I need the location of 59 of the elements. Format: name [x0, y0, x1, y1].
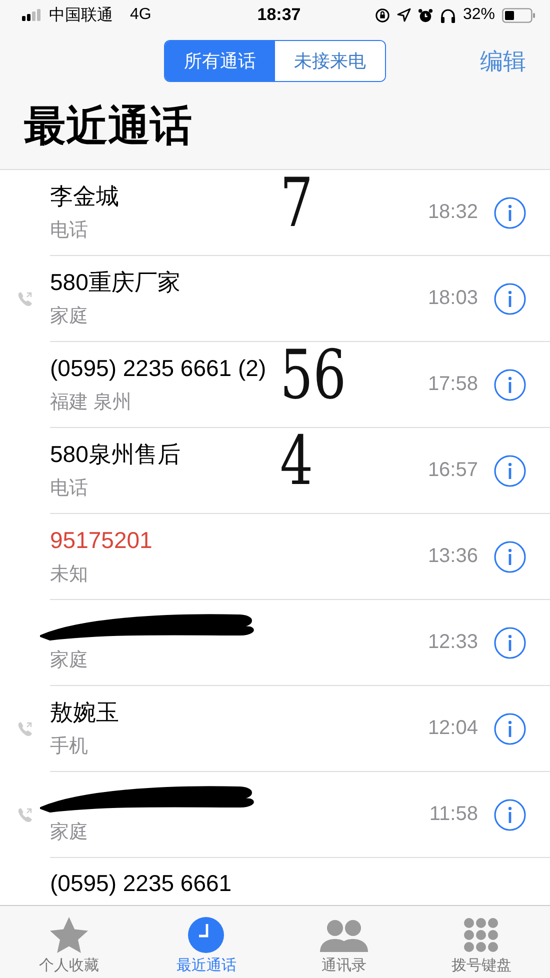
call-time: 13:36: [428, 545, 478, 568]
outgoing-call-icon: [16, 290, 34, 308]
caller-name: (0595) 2235 6661 (2): [50, 355, 266, 382]
info-icon[interactable]: [494, 712, 526, 744]
clock-icon: [187, 916, 226, 954]
call-row[interactable]: 家庭 11:58: [0, 772, 550, 858]
call-type: 电话: [50, 476, 89, 500]
caller-name: 李金城: [50, 182, 119, 211]
caller-name: 95175201: [50, 527, 152, 554]
tab-bar-item[interactable]: 通讯录: [288, 916, 399, 975]
call-type: 未知: [50, 562, 89, 586]
star-icon: [48, 916, 89, 954]
call-time: 11:58: [429, 803, 478, 826]
call-row[interactable]: 敖婉玉 手机 12:04: [0, 686, 550, 772]
alarm-clock-icon: [418, 8, 433, 22]
call-type: 手机: [50, 734, 89, 758]
call-time: 18:32: [428, 201, 478, 224]
call-time: 18:03: [428, 287, 478, 310]
edit-button[interactable]: 编辑: [480, 46, 526, 77]
headphones-icon: [440, 8, 456, 22]
filter-tab[interactable]: 所有通话: [165, 41, 275, 81]
caller-name: (0595) 2235 6661: [50, 870, 232, 897]
call-time: 12:33: [428, 631, 478, 654]
call-type: 家庭: [50, 648, 89, 672]
outgoing-call-icon: [16, 806, 34, 824]
info-icon[interactable]: [494, 626, 526, 658]
signal-icon: [22, 9, 42, 21]
filter-tab[interactable]: 未接来电: [275, 41, 385, 81]
tab-bar-item[interactable]: 最近通话: [151, 916, 262, 975]
battery-percent: 32%: [462, 6, 495, 24]
carrier-name: 中国联通: [49, 6, 113, 26]
call-type: 家庭: [50, 304, 89, 328]
tab-bar-item[interactable]: 拨号键盘: [426, 916, 536, 975]
call-type: 电话: [50, 218, 89, 242]
tab-bar-item[interactable]: 个人收藏: [14, 916, 124, 975]
clock-time: 18:37: [257, 5, 301, 25]
info-icon[interactable]: [494, 196, 526, 228]
rotation-lock-icon: [374, 8, 390, 22]
page-title: 最近通话: [0, 92, 550, 170]
call-type: 福建 泉州: [50, 390, 132, 414]
call-time: 12:04: [428, 717, 478, 740]
outgoing-call-icon: [16, 720, 34, 738]
network-type: 4G: [130, 6, 152, 24]
call-row[interactable]: 95175201 未知 13:36: [0, 514, 550, 600]
caller-name: 580泉州售后: [50, 440, 180, 469]
info-icon[interactable]: [494, 798, 526, 830]
battery-icon: [502, 8, 536, 22]
keypad-icon: [462, 916, 500, 954]
call-type: 家庭: [50, 820, 89, 844]
info-icon[interactable]: [494, 540, 526, 572]
info-icon[interactable]: [494, 454, 526, 486]
caller-name: 敖婉玉: [50, 698, 119, 727]
info-icon[interactable]: [494, 282, 526, 314]
call-time: 17:58: [428, 373, 478, 396]
caller-name: 580重庆厂家: [50, 268, 180, 297]
location-arrow-icon: [396, 8, 411, 22]
call-row[interactable]: 家庭 12:33: [0, 600, 550, 686]
info-icon[interactable]: [494, 368, 526, 400]
call-time: 16:57: [428, 459, 478, 482]
